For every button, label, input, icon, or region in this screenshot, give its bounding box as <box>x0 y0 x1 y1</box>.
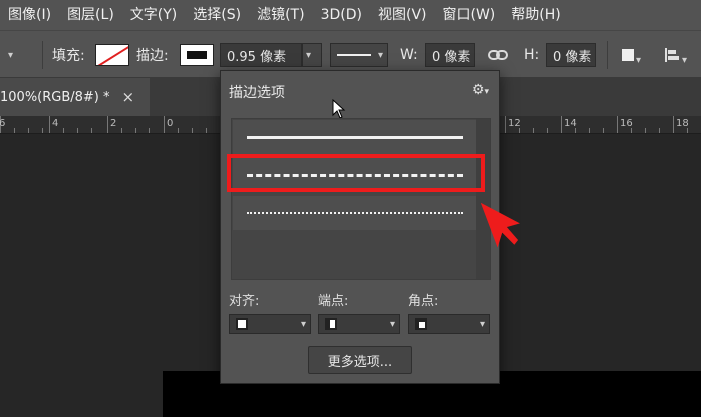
ruler-tick <box>505 116 506 133</box>
stroke-label: 描边: <box>136 48 169 64</box>
menu-3d[interactable]: 3D(D) <box>313 0 370 30</box>
mouse-cursor-icon <box>332 99 346 119</box>
menu-layer[interactable]: 图层(L) <box>59 0 122 30</box>
solid-line-preview <box>247 135 463 139</box>
chevron-down-icon: ▾ <box>377 49 383 61</box>
solid-line-icon <box>337 54 371 56</box>
corners-label: 角点: <box>408 294 439 309</box>
stroke-swatch[interactable] <box>180 44 214 66</box>
divider <box>607 41 608 69</box>
menubar: 图像(I) 图层(L) 文字(Y) 选择(S) 滤镜(T) 3D(D) 视图(V… <box>0 0 701 30</box>
ruler-tick <box>49 116 50 133</box>
stroke-style-list <box>231 118 491 280</box>
menu-select[interactable]: 选择(S) <box>185 0 249 30</box>
divider <box>42 41 43 69</box>
fill-swatch[interactable] <box>95 44 129 66</box>
chevron-down-icon: ▾ <box>479 318 485 330</box>
ruler-label: 0 <box>167 118 174 129</box>
stroke-style-dotted[interactable] <box>233 196 477 230</box>
link-icon[interactable] <box>488 48 508 62</box>
ruler-tick <box>164 116 165 133</box>
close-icon[interactable]: × <box>122 88 135 106</box>
menu-view[interactable]: 视图(V) <box>370 0 435 30</box>
menu-window[interactable]: 窗口(W) <box>435 0 504 30</box>
chevron-down-icon: ▾ <box>300 318 306 330</box>
list-scrollbar[interactable] <box>476 119 490 279</box>
red-pointer-arrow-icon <box>481 202 520 248</box>
fill-label: 填充: <box>52 48 85 64</box>
align-inside-icon <box>236 318 248 330</box>
ruler-tick <box>107 116 108 133</box>
ruler-label: 6 <box>0 118 6 129</box>
stroke-style-solid[interactable] <box>233 120 477 154</box>
square-icon <box>622 49 634 61</box>
chevron-down-icon: ▾ <box>682 54 688 66</box>
document-tab[interactable]: 100%(RGB/8#) * × <box>0 78 150 116</box>
stroke-width-field[interactable]: 0.95 像素 <box>220 43 302 67</box>
height-label: H: <box>524 47 540 63</box>
more-options-button[interactable]: 更多选项... <box>308 346 412 374</box>
ruler-label: 2 <box>110 118 117 129</box>
panel-title: 描边选项 <box>229 85 285 101</box>
gear-icon[interactable]: ⚙▾ <box>472 82 489 98</box>
stroke-width-dropdown[interactable]: ▾ <box>302 43 322 67</box>
stroke-options-panel: 描边选项 ⚙▾ 对齐: 端点: 角点: ▾ ▾ ▾ 更多选项... <box>220 70 500 384</box>
height-field[interactable]: 0 像素 <box>546 43 596 67</box>
menu-filter[interactable]: 滤镜(T) <box>249 0 312 30</box>
chevron-down-icon: ▾ <box>389 318 395 330</box>
align-left-icon <box>665 48 679 62</box>
align-dropdown[interactable]: ▾ <box>229 314 311 334</box>
ruler-tick <box>561 116 562 133</box>
caps-label: 端点: <box>318 294 349 309</box>
butt-cap-icon <box>325 318 337 330</box>
width-label: W: <box>400 47 418 63</box>
document-tab-title: 100%(RGB/8#) * <box>0 89 110 105</box>
path-alignment-button[interactable]: ▾ <box>664 31 687 79</box>
menu-image[interactable]: 图像(I) <box>0 0 59 30</box>
tool-preset-dropdown[interactable]: ▾ <box>8 31 13 79</box>
chevron-down-icon: ▾ <box>306 49 312 61</box>
caps-dropdown[interactable]: ▾ <box>318 314 400 334</box>
ruler-label: 4 <box>52 118 59 129</box>
menu-type[interactable]: 文字(Y) <box>122 0 185 30</box>
corners-dropdown[interactable]: ▾ <box>408 314 490 334</box>
ruler-tick <box>617 116 618 133</box>
align-label: 对齐: <box>229 294 260 309</box>
chevron-down-icon: ▾ <box>8 49 14 61</box>
stroke-type-dropdown[interactable]: ▾ <box>330 43 388 67</box>
chevron-down-icon: ▾ <box>636 54 642 66</box>
miter-join-icon <box>415 318 427 330</box>
menu-help[interactable]: 帮助(H) <box>503 0 568 30</box>
path-operations-button[interactable]: ▾ <box>622 31 641 79</box>
width-field[interactable]: 0 像素 <box>425 43 475 67</box>
selection-highlight <box>227 154 485 192</box>
dotted-line-preview <box>247 212 463 214</box>
ruler-tick <box>673 116 674 133</box>
